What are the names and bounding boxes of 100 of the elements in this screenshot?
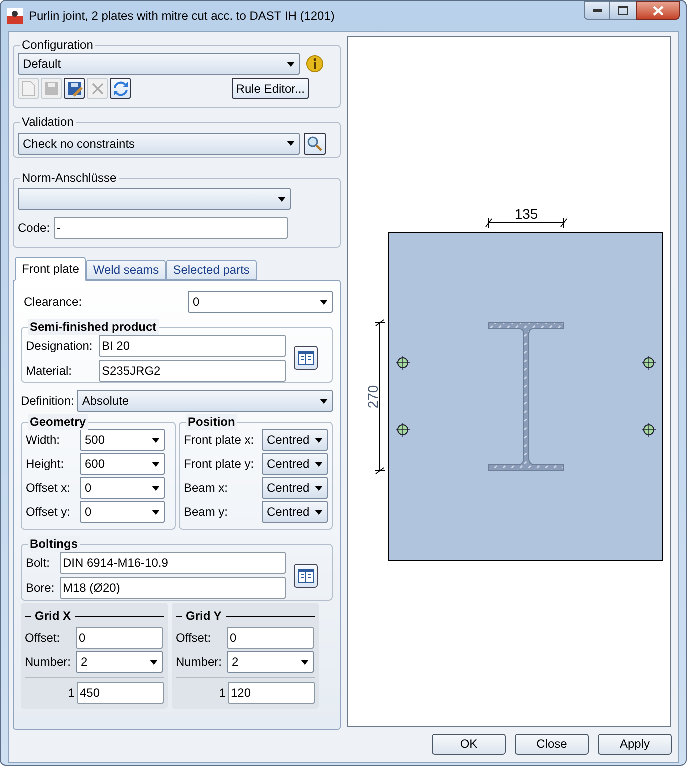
dropdown-caret-icon [320,300,328,304]
dialog-button[interactable]: Apply [598,734,672,754]
bolt-hole [396,422,410,438]
field-label: Number: [25,654,72,671]
dropdown-caret-icon [278,196,286,202]
field-label: Number: [176,654,224,671]
field-label: Offset: [176,630,212,647]
field-label: Beam y: [184,504,228,521]
edit-pencil-icon [66,80,82,96]
group-legend: Semi-finished product [28,319,159,335]
group-legend: Grid Y [186,607,222,625]
field-label: Offset x: [26,480,72,497]
geometry-dropdown[interactable]: 500 [80,429,165,451]
dropdown-caret-icon [315,486,323,490]
app-logo-icon [7,8,23,24]
dialog-button[interactable]: Close [515,734,589,754]
toolbar-button[interactable] [64,78,85,99]
field-label: Offset y: [26,504,72,521]
designation-field[interactable]: BI 20 [99,334,286,356]
field-label: Bore: [26,580,56,597]
library-button[interactable] [294,346,318,370]
table-icon [298,568,314,582]
dropdown-caret-icon [152,510,160,514]
offset-field[interactable]: 0 [227,627,314,649]
tab[interactable]: Selected parts [166,260,257,280]
rule-editor-button[interactable]: Rule Editor... [232,78,309,99]
dropdown-caret-icon [315,438,323,442]
field-label: Front plate y: [184,456,254,473]
geometry-dropdown[interactable]: 600 [80,453,165,475]
bolt-field[interactable]: DIN 6914-M16-10.9 [60,552,286,574]
dropdown-caret-icon [320,398,328,404]
field-label: Height: [26,456,66,473]
dropdown-caret-icon [301,660,309,664]
tab[interactable]: Front plate [15,257,86,281]
field-label: Code: [18,220,50,237]
row-index: 1 [68,685,75,702]
bolt-hole [642,356,656,370]
new-document-icon [22,80,36,96]
group-legend: Position [186,414,238,430]
dropdown-caret-icon [287,141,295,146]
group-legend: Configuration [20,37,96,53]
field-label: Designation: [26,338,94,354]
dimension-label: 270 [365,385,381,409]
material-field[interactable]: S235JRG2 [99,360,286,382]
position-dropdown[interactable]: Centred [262,501,328,523]
norm-dropdown[interactable] [18,188,291,210]
field-label: Front plate x: [184,432,254,449]
field-label: Beam x: [184,480,228,497]
toolbar-button[interactable] [110,78,131,99]
geometry-dropdown[interactable]: 0 [80,477,165,499]
window-title: Purlin joint, 2 plates with mitre cut acc. to DAST IH (1201) [29,8,336,25]
dropdown-caret-icon [152,438,160,442]
field-label: Offset: [25,630,62,647]
geometry-dropdown[interactable]: 0 [80,501,165,523]
position-dropdown[interactable]: Centred [262,453,328,475]
field-label: Material: [26,362,74,380]
library-button[interactable] [294,564,318,588]
dropdown-caret-icon [152,486,160,490]
spacing-field[interactable]: 450 [77,682,164,704]
dropdown-caret-icon [287,62,295,66]
position-dropdown[interactable]: Centred [262,477,328,499]
maximize-icon [618,6,628,15]
validation-dropdown[interactable]: Check no constraints [18,132,300,154]
close-button[interactable] [636,1,680,20]
close-icon [652,6,664,16]
spacing-field[interactable]: 120 [228,682,315,704]
code-field[interactable]: - [54,217,288,239]
dropdown-caret-icon [315,462,323,466]
delete-cross-icon [90,82,104,96]
tab[interactable]: Weld seams [86,260,166,280]
group-legend: Grid X [35,607,72,625]
field-label: Bolt: [26,555,52,572]
field-label: Width: [26,432,62,449]
field-label: Clearance: [24,294,82,311]
row-index: 1 [219,685,226,702]
clearance-dropdown[interactable]: 0 [188,291,333,313]
definition-dropdown[interactable]: Absolute [77,390,333,412]
group-legend: Geometry [28,414,88,430]
table-icon [298,351,314,365]
bolt-hole [642,422,656,438]
bore-field[interactable]: M18 (Ø20) [60,577,286,599]
dropdown-caret-icon [152,462,160,466]
field-label: Definition: [21,393,74,410]
offset-field[interactable]: 0 [76,627,163,649]
dropdown-caret-icon [315,510,323,514]
bolt-hole [396,356,410,370]
minimize-icon [592,9,602,12]
dialog-button[interactable]: OK [432,734,506,754]
info-icon[interactable] [306,55,324,73]
search-button[interactable] [304,132,326,154]
number-dropdown[interactable]: 2 [227,651,314,673]
group-legend: Boltings [28,536,80,552]
minimize-button[interactable] [584,1,610,20]
search-icon [307,136,323,152]
dimension-label: 135 [514,206,538,222]
number-dropdown[interactable]: 2 [76,651,163,673]
dropdown-caret-icon [150,660,158,664]
position-dropdown[interactable]: Centred [262,429,328,451]
maximize-button[interactable] [610,1,636,20]
configuration-dropdown[interactable]: Default [18,53,300,75]
